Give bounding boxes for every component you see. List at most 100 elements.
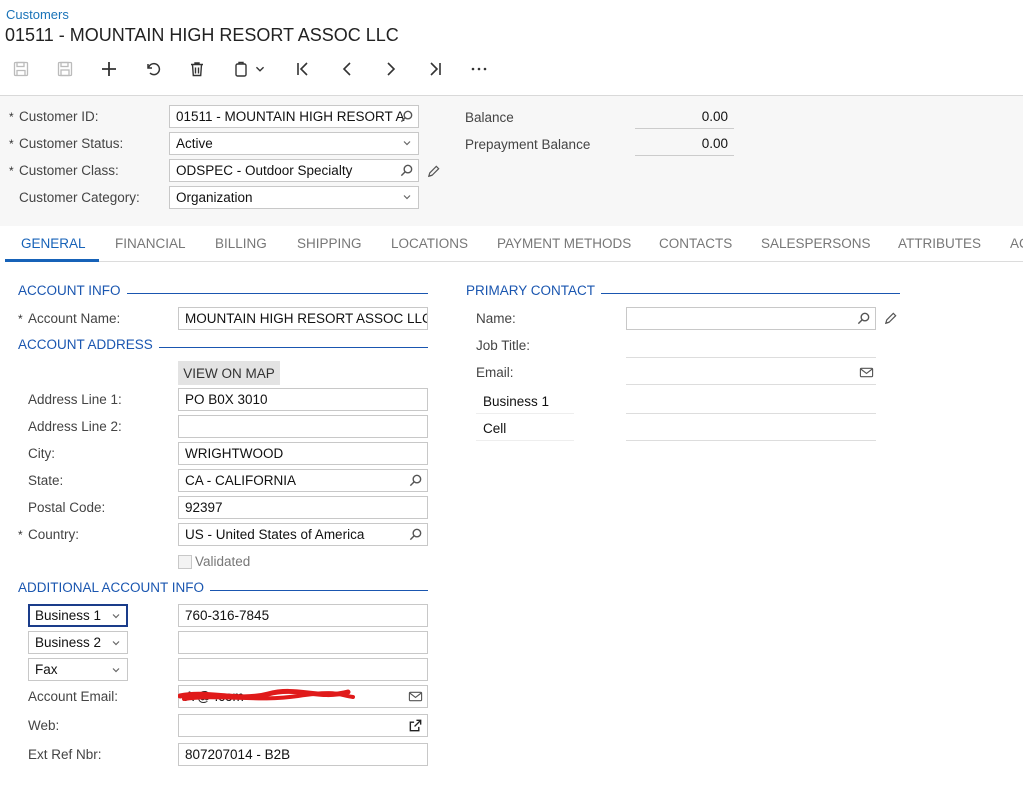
web-field[interactable] xyxy=(178,714,428,737)
tab-contacts[interactable]: CONTACTS xyxy=(659,236,732,251)
tab-billing[interactable]: BILLING xyxy=(215,236,267,251)
postal-code-label: Postal Code: xyxy=(28,500,106,515)
city-value: WRIGHTWOOD xyxy=(185,446,284,461)
country-field[interactable]: US - United States of America xyxy=(178,523,428,546)
state-field[interactable]: CA - CALIFORNIA xyxy=(178,469,428,492)
ext-ref-nbr-value: 807207014 - B2B xyxy=(185,747,291,762)
contact-name-field[interactable] xyxy=(626,307,876,330)
copy-icon[interactable] xyxy=(228,57,254,81)
phone1-type-value: Business 1 xyxy=(35,608,102,623)
prev-icon[interactable] xyxy=(334,57,360,81)
search-icon[interactable] xyxy=(399,163,414,178)
prepayment-balance-value: 0.00 xyxy=(635,133,734,156)
chevron-down-icon xyxy=(403,141,411,146)
chevron-down-icon[interactable] xyxy=(252,57,268,81)
customer-class-value: ODSPEC - Outdoor Specialty xyxy=(176,163,353,178)
customer-category-select[interactable]: Organization xyxy=(169,186,419,209)
ext-ref-nbr-field[interactable]: 807207014 - B2B xyxy=(178,743,428,766)
validated-checkbox[interactable] xyxy=(178,555,192,569)
account-address-title: ACCOUNT ADDRESS xyxy=(18,337,159,352)
search-icon[interactable] xyxy=(399,109,414,124)
chevron-down-icon xyxy=(112,614,120,619)
customer-status-value: Active xyxy=(176,136,213,151)
balance-value: 0.00 xyxy=(635,106,734,129)
customer-status-select[interactable]: Active xyxy=(169,132,419,155)
account-name-label: Account Name: xyxy=(18,311,120,326)
search-icon[interactable] xyxy=(856,311,871,326)
phone1-type-select[interactable]: Business 1 xyxy=(28,604,128,627)
address-line1-field[interactable]: PO B0X 3010 xyxy=(178,388,428,411)
job-title-label: Job Title: xyxy=(476,338,531,353)
postal-code-value: 92397 xyxy=(185,500,223,515)
phone2-type-select[interactable]: Business 2 xyxy=(28,631,128,654)
postal-code-field[interactable]: 92397 xyxy=(178,496,428,519)
contact-cell-field[interactable] xyxy=(626,440,876,441)
tab-shipping[interactable]: SHIPPING xyxy=(297,236,362,251)
phone2-field[interactable] xyxy=(178,631,428,654)
account-email-label: Account Email: xyxy=(28,689,119,704)
chevron-down-icon xyxy=(403,195,411,200)
page-title: 01511 - MOUNTAIN HIGH RESORT ASSOC LLC xyxy=(5,25,399,45)
tab-payment-methods[interactable]: PAYMENT METHODS xyxy=(497,236,631,251)
save-close-icon[interactable] xyxy=(52,57,78,81)
more-icon[interactable] xyxy=(466,57,492,81)
search-icon[interactable] xyxy=(408,473,423,488)
cell-type-underline xyxy=(476,440,574,441)
tab-attributes[interactable]: ATTRIBUTES xyxy=(898,236,981,251)
account-name-value: MOUNTAIN HIGH RESORT ASSOC LLC xyxy=(185,311,428,326)
external-link-icon[interactable] xyxy=(408,718,423,733)
account-name-field[interactable]: MOUNTAIN HIGH RESORT ASSOC LLC xyxy=(178,307,428,330)
add-icon[interactable] xyxy=(96,57,122,81)
chevron-down-icon xyxy=(112,641,120,646)
tab-salespersons[interactable]: SALESPERSONS xyxy=(761,236,871,251)
customer-id-label: Customer ID: xyxy=(9,109,98,124)
tab-general[interactable]: GENERAL xyxy=(21,236,86,251)
customer-category-value: Organization xyxy=(176,190,253,205)
phone1-field[interactable]: 760-316-7845 xyxy=(178,604,428,627)
fax-type-select[interactable]: Fax xyxy=(28,658,128,681)
fax-type-value: Fax xyxy=(35,662,58,677)
redaction-scribble xyxy=(178,688,355,701)
country-label: Country: xyxy=(18,527,79,542)
last-icon[interactable] xyxy=(422,57,448,81)
save-icon[interactable] xyxy=(8,57,34,81)
breadcrumb[interactable]: Customers xyxy=(6,7,69,22)
ext-ref-nbr-label: Ext Ref Nbr: xyxy=(28,747,102,762)
tab-overflow[interactable]: AC xyxy=(1010,236,1023,251)
account-info-title: ACCOUNT INFO xyxy=(18,283,127,298)
address-line2-field[interactable] xyxy=(178,415,428,438)
view-on-map-button[interactable]: VIEW ON MAP xyxy=(178,361,280,385)
edit-pencil-icon[interactable] xyxy=(426,164,441,179)
state-label: State: xyxy=(28,473,64,488)
job-title-field[interactable] xyxy=(626,357,876,358)
search-icon[interactable] xyxy=(408,527,423,542)
active-tab-indicator xyxy=(5,259,99,262)
phone2-type-value: Business 2 xyxy=(35,635,102,650)
chevron-down-icon xyxy=(112,668,120,673)
fax-field[interactable] xyxy=(178,658,428,681)
mail-icon[interactable] xyxy=(859,365,874,380)
contact-business1-label: Business 1 xyxy=(483,394,550,409)
next-icon[interactable] xyxy=(378,57,404,81)
address-line2-label: Address Line 2: xyxy=(28,419,122,434)
validated-label: Validated xyxy=(195,554,251,569)
mail-icon[interactable] xyxy=(408,689,423,704)
tab-bar: GENERAL FINANCIAL BILLING SHIPPING LOCAT… xyxy=(5,226,1023,262)
contact-email-field[interactable] xyxy=(626,384,876,385)
customer-id-field[interactable]: 01511 - MOUNTAIN HIGH RESORT A xyxy=(169,105,419,128)
tab-locations[interactable]: LOCATIONS xyxy=(391,236,468,251)
undo-icon[interactable] xyxy=(140,57,166,81)
city-field[interactable]: WRIGHTWOOD xyxy=(178,442,428,465)
tab-financial[interactable]: FINANCIAL xyxy=(115,236,186,251)
first-icon[interactable] xyxy=(290,57,316,81)
toolbar xyxy=(0,52,1023,84)
phone1-value: 760-316-7845 xyxy=(185,608,270,623)
customer-category-label: Customer Category: xyxy=(19,190,140,205)
contact-email-label: Email: xyxy=(476,365,514,380)
business1-type-underline xyxy=(476,413,574,414)
contact-business1-field[interactable] xyxy=(626,413,876,414)
delete-icon[interactable] xyxy=(184,57,210,81)
edit-pencil-icon[interactable] xyxy=(883,311,898,326)
web-label: Web: xyxy=(28,718,60,733)
customer-class-field[interactable]: ODSPEC - Outdoor Specialty xyxy=(169,159,419,182)
